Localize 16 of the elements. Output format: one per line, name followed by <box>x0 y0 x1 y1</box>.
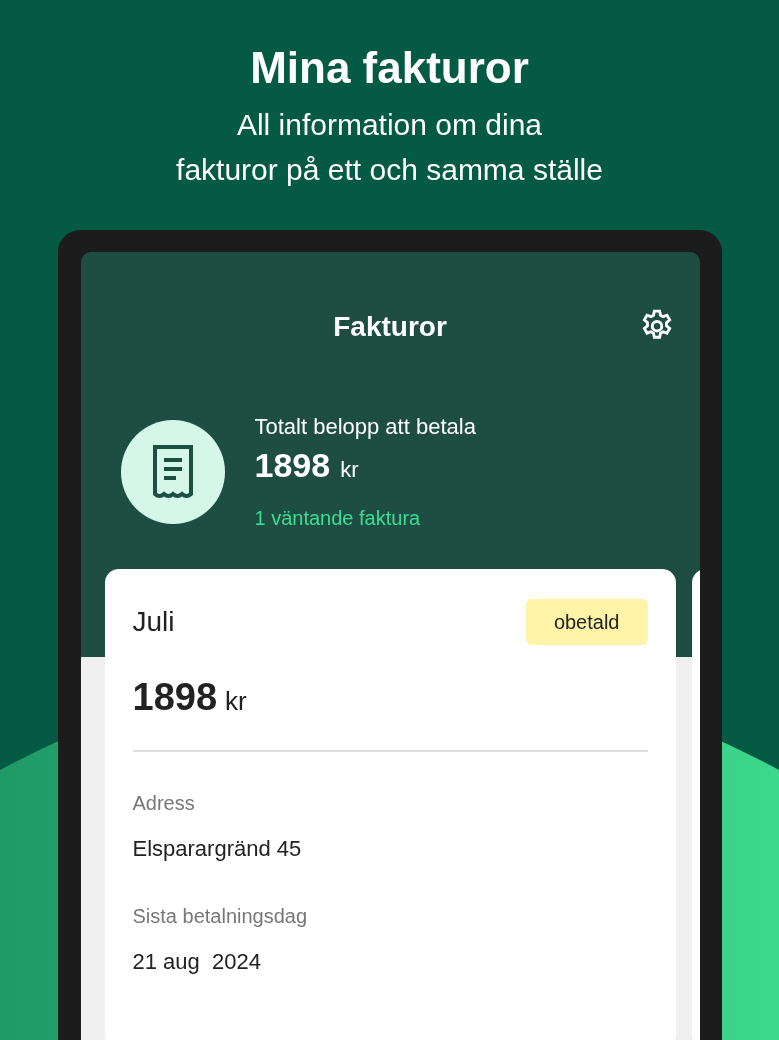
currency-label: kr <box>340 457 359 482</box>
total-amount: 1898 <box>254 446 331 484</box>
invoice-amount: 1898 <box>132 676 218 718</box>
promo-subtitle: All information om dina fakturor på ett och samma ställe <box>176 107 603 188</box>
invoice-month: Juli <box>132 605 175 639</box>
field-label: Sista betalningsdag <box>132 904 309 929</box>
pending-invoices-text: 1 väntande faktura <box>254 506 422 531</box>
screen-title: Fakturor <box>333 310 447 344</box>
promo-title: Mina fakturor <box>250 42 529 94</box>
status-tag: obetald <box>525 599 648 645</box>
field-value: 21 aug 2024 <box>132 948 262 976</box>
field-value: Elsparargränd 45 <box>132 835 303 863</box>
field-label: Adress <box>132 791 196 816</box>
total-label: Totalt belopp att betala <box>254 413 476 441</box>
currency-label: kr <box>225 686 247 716</box>
receipt-icon <box>150 443 195 500</box>
